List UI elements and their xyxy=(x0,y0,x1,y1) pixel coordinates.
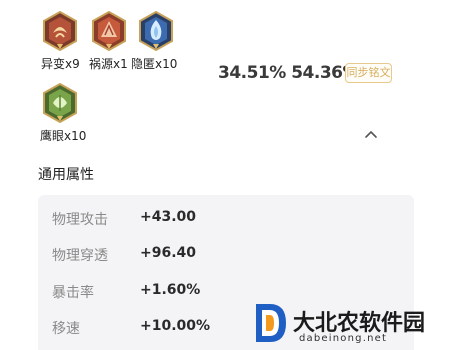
attribute-name: 物理攻击 xyxy=(52,212,108,228)
leaf-emblem-icon xyxy=(43,82,77,124)
fire-emblem-icon xyxy=(43,10,77,52)
emblem-label-1: 异变x9 xyxy=(41,57,80,71)
attribute-row: 物理穿透 +96.40 xyxy=(38,243,414,267)
chevron-up-icon[interactable] xyxy=(363,128,379,140)
attribute-name: 移速 xyxy=(52,321,80,337)
attribute-value: +1.60% xyxy=(140,282,201,298)
attribute-name: 物理穿透 xyxy=(52,248,108,264)
section-title: 通用属性 xyxy=(38,167,94,183)
emblem-label-2: 祸源x1 xyxy=(89,57,128,71)
emblem-4[interactable] xyxy=(40,82,80,127)
watermark: 大北农软件园 dabeinong.net xyxy=(252,300,447,348)
emblem-label-3: 隐匿x10 xyxy=(131,57,178,71)
attribute-value: +10.00% xyxy=(140,318,211,334)
attribute-row: 物理攻击 +43.00 xyxy=(38,207,414,231)
attribute-value: +96.40 xyxy=(140,245,197,261)
emblem-3[interactable] xyxy=(136,10,176,55)
attribute-name: 暴击率 xyxy=(52,285,94,301)
watermark-url: dabeinong.net xyxy=(299,333,388,344)
attribute-value: +43.00 xyxy=(140,209,197,225)
watermark-logo-icon xyxy=(256,304,286,342)
blue-flame-emblem-icon xyxy=(139,10,173,52)
emblem-label-4: 鹰眼x10 xyxy=(40,129,87,143)
emblem-2[interactable] xyxy=(89,10,129,55)
emblem-1[interactable] xyxy=(40,10,80,55)
stats-percentages: 34.51% 54.36% xyxy=(218,63,360,83)
inscription-page: 异变x9 祸源x1 隐匿x10 鹰眼x10 34.51% 54.36% 同步铭文… xyxy=(0,0,450,350)
sync-inscription-button[interactable]: 同步铭文 xyxy=(345,63,392,83)
shatter-emblem-icon xyxy=(92,10,126,52)
